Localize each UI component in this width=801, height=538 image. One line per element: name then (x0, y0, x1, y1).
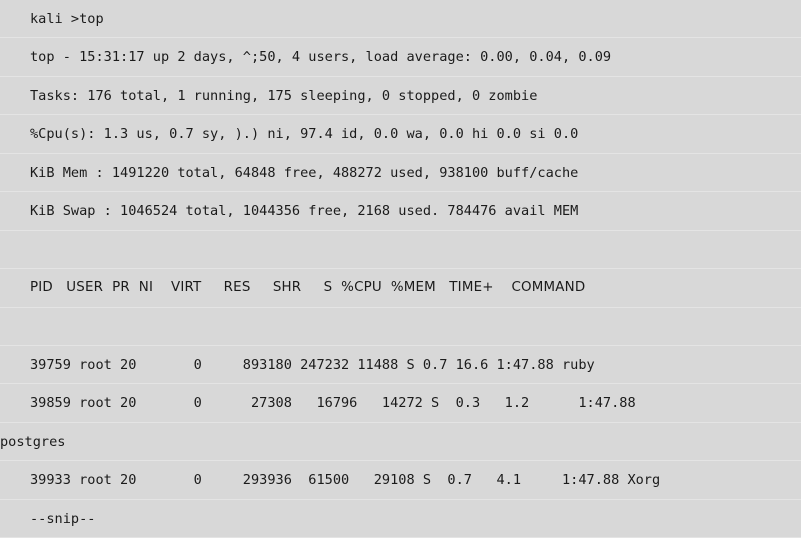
process-row-ruby: 39759 root 20 0 893180 247232 11488 S 0.… (0, 346, 801, 385)
spacer-line (0, 308, 801, 346)
top-summary-line: top - 15:31:17 up 2 days, ^;50, 4 users,… (0, 38, 801, 77)
spacer-line (0, 231, 801, 270)
tasks-line: Tasks: 176 total, 1 running, 175 sleepin… (0, 77, 801, 116)
process-row-xorg: 39933 root 20 0 293936 61500 29108 S 0.7… (0, 461, 801, 500)
process-row-postgres-wrap: postgres (0, 423, 801, 462)
mem-line: KiB Mem : 1491220 total, 64848 free, 488… (0, 154, 801, 193)
process-row-postgres: 39859 root 20 0 27308 16796 14272 S 0.3 … (0, 384, 801, 423)
process-table-header: PID USER PR NI VIRT RES SHR S %CPU %MEM … (0, 269, 801, 308)
swap-line: KiB Swap : 1046524 total, 1044356 free, … (0, 192, 801, 231)
cpu-line: %Cpu(s): 1.3 us, 0.7 sy, ).) ni, 97.4 id… (0, 115, 801, 154)
snip-line: --snip-- (0, 500, 801, 538)
prompt-line: kali >top (0, 0, 801, 39)
terminal-transcript[interactable]: kali >top top - 15:31:17 up 2 days, ^;50,… (0, 0, 801, 538)
